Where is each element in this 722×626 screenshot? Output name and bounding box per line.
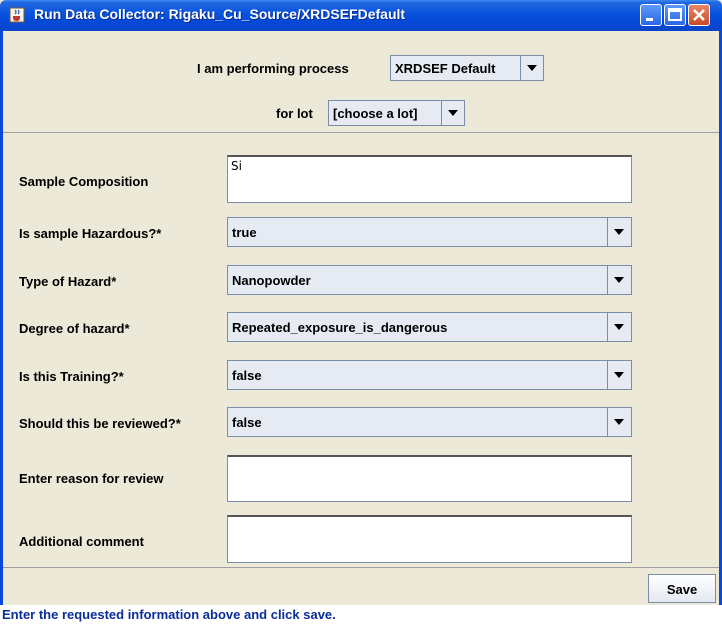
- training-select[interactable]: false: [227, 360, 632, 390]
- training-label: Is this Training?*: [19, 369, 124, 384]
- maximize-icon: [668, 8, 682, 21]
- hazard-degree-label: Degree of hazard*: [19, 321, 130, 336]
- window-title: Run Data Collector: Rigaku_Cu_Source/XRD…: [34, 6, 406, 22]
- sample-composition-label: Sample Composition: [19, 174, 149, 189]
- hazard-degree-select[interactable]: Repeated_exposure_is_dangerous: [227, 312, 632, 342]
- header-divider: [3, 132, 719, 133]
- hazardous-value: true: [232, 225, 257, 240]
- chevron-down-icon: [614, 277, 624, 283]
- comment-field[interactable]: [227, 515, 632, 563]
- sample-composition-field[interactable]: Si: [227, 155, 632, 203]
- hazard-type-select[interactable]: Nanopowder: [227, 265, 632, 295]
- lot-dropdown-button[interactable]: [441, 101, 464, 125]
- review-label: Should this be reviewed?*: [19, 416, 181, 431]
- review-dropdown-button[interactable]: [607, 408, 631, 436]
- chevron-down-icon: [614, 419, 624, 425]
- process-label: I am performing process: [197, 61, 349, 76]
- training-dropdown-button[interactable]: [607, 361, 631, 389]
- chevron-down-icon: [448, 110, 458, 116]
- status-message: Enter the requested information above an…: [2, 607, 336, 622]
- close-icon: [693, 9, 705, 21]
- minimize-button[interactable]: [640, 4, 662, 26]
- chevron-down-icon: [614, 229, 624, 235]
- java-cup-icon: [9, 7, 25, 23]
- minimize-icon: [646, 18, 653, 21]
- hazardous-dropdown-button[interactable]: [607, 218, 631, 246]
- comment-label: Additional comment: [19, 534, 144, 549]
- sample-composition-value: Si: [231, 159, 242, 173]
- process-select[interactable]: XRDSEF Default: [390, 55, 544, 81]
- lot-select[interactable]: [choose a lot]: [328, 100, 465, 126]
- hazard-type-dropdown-button[interactable]: [607, 266, 631, 294]
- hazardous-label: Is sample Hazardous?*: [19, 226, 162, 241]
- close-button[interactable]: [688, 4, 710, 26]
- hazard-type-value: Nanopowder: [232, 273, 311, 288]
- training-value: false: [232, 368, 262, 383]
- hazard-type-label: Type of Hazard*: [19, 274, 117, 289]
- lot-value: [choose a lot]: [333, 106, 418, 121]
- window-frame-left: [0, 31, 3, 605]
- review-select[interactable]: false: [227, 407, 632, 437]
- title-bar[interactable]: Run Data Collector: Rigaku_Cu_Source/XRD…: [0, 0, 722, 31]
- hazard-degree-value: Repeated_exposure_is_dangerous: [232, 320, 448, 335]
- review-value: false: [232, 415, 262, 430]
- hazard-degree-dropdown-button[interactable]: [607, 313, 631, 341]
- process-dropdown-button[interactable]: [520, 56, 543, 80]
- save-button-label: Save: [666, 582, 698, 597]
- chevron-down-icon: [527, 65, 537, 71]
- lot-label: for lot: [276, 106, 313, 121]
- review-reason-label: Enter reason for review: [19, 471, 164, 486]
- hazardous-select[interactable]: true: [227, 217, 632, 247]
- chevron-down-icon: [614, 372, 624, 378]
- app-window: Run Data Collector: Rigaku_Cu_Source/XRD…: [0, 0, 722, 605]
- save-button[interactable]: Save: [648, 574, 716, 603]
- chevron-down-icon: [614, 324, 624, 330]
- footer-divider: [3, 567, 719, 568]
- review-reason-field[interactable]: [227, 455, 632, 502]
- maximize-button[interactable]: [664, 4, 686, 26]
- process-value: XRDSEF Default: [395, 61, 496, 76]
